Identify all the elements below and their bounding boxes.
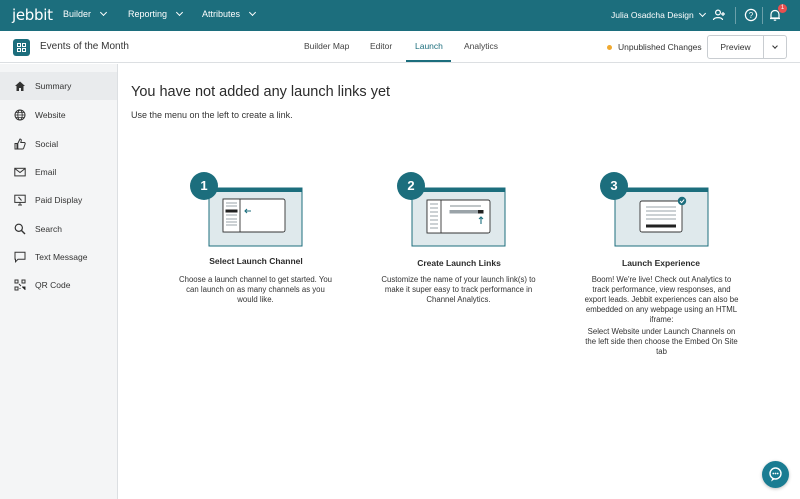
- account-name: Julia Osadcha Design: [611, 10, 694, 20]
- active-tab-indicator: [406, 60, 451, 62]
- divider: [762, 7, 763, 24]
- publish-status: Unpublished Changes: [607, 42, 702, 52]
- chat-support-icon: [769, 467, 782, 482]
- sidebar-item-search[interactable]: Search: [0, 215, 117, 243]
- chat-bubble-icon: [14, 251, 26, 263]
- monitor-icon: [14, 194, 26, 206]
- sidebar-item-label: QR Code: [35, 280, 71, 290]
- experience-title: Events of the Month: [40, 41, 129, 52]
- sidebar-item-label: Website: [35, 110, 66, 120]
- top-navigation-bar: jebbit Builder Reporting Attributes Juli…: [0, 0, 800, 31]
- sidebar-item-paid-display[interactable]: Paid Display: [0, 186, 117, 214]
- attributes-menu[interactable]: Attributes: [202, 8, 257, 19]
- chevron-down-icon: [248, 8, 257, 17]
- builder-menu-label: Builder: [63, 9, 92, 19]
- status-dot: [607, 44, 612, 50]
- publish-status-label: Unpublished Changes: [618, 42, 702, 52]
- qr-code-icon: [14, 279, 26, 291]
- sidebar-item-label: Email: [35, 167, 57, 177]
- preview-dropdown-button[interactable]: [764, 36, 786, 58]
- step-title: Create Launch Links: [417, 258, 501, 268]
- launch-channel-sidebar: Summary Website Social Email Paid Displa…: [0, 64, 118, 499]
- page-title: You have not added any launch links yet: [131, 84, 391, 100]
- attributes-menu-label: Attributes: [202, 9, 241, 19]
- tab-analytics[interactable]: Analytics: [464, 41, 498, 51]
- tab-editor[interactable]: Editor: [370, 41, 392, 51]
- sidebar-item-qr-code[interactable]: QR Code: [0, 271, 117, 299]
- chevron-down-icon: [99, 8, 108, 17]
- sidebar-item-label: Text Message: [35, 252, 88, 262]
- step-embed-instructions: Select Website under Launch Channels on …: [585, 327, 738, 356]
- builder-menu[interactable]: Builder: [63, 8, 108, 19]
- tab-launch[interactable]: Launch: [415, 41, 443, 51]
- jebbit-logo[interactable]: jebbit: [12, 6, 53, 24]
- svg-text:?: ?: [749, 11, 754, 20]
- thumbs-up-icon: [14, 138, 26, 150]
- help-icon[interactable]: ?: [744, 8, 758, 22]
- step-title: Launch Experience: [622, 258, 700, 268]
- support-chat-button[interactable]: [762, 461, 789, 488]
- step-description: Choose a launch channel to get started. …: [178, 275, 333, 304]
- step-number-badge: 1: [190, 172, 218, 200]
- sidebar-item-summary[interactable]: Summary: [0, 72, 117, 100]
- sidebar-item-email[interactable]: Email: [0, 158, 117, 186]
- chevron-down-icon: [698, 9, 706, 18]
- home-icon: [15, 81, 25, 91]
- sidebar-item-social[interactable]: Social: [0, 130, 117, 158]
- divider: [735, 7, 736, 24]
- step-description: Customize the name of your launch link(s…: [381, 275, 536, 304]
- reporting-menu[interactable]: Reporting: [128, 8, 184, 19]
- globe-icon: [14, 109, 26, 121]
- preview-button[interactable]: Preview: [708, 36, 764, 58]
- page-subtitle: Use the menu on the left to create a lin…: [131, 110, 293, 120]
- sidebar-item-label: Social: [35, 139, 59, 149]
- reporting-menu-label: Reporting: [128, 9, 168, 19]
- sidebar-item-label: Summary: [35, 81, 72, 91]
- step-number-badge: 3: [600, 172, 628, 200]
- sidebar-item-website[interactable]: Website: [0, 101, 117, 129]
- sidebar-item-label: Paid Display: [35, 195, 83, 205]
- step-description: Boom! We're live! Check out Analytics to…: [584, 275, 739, 324]
- notification-badge: 1: [778, 4, 787, 13]
- experience-header: Events of the Month Builder Map Editor L…: [0, 31, 800, 63]
- experience-icon: [13, 39, 30, 56]
- sidebar-item-label: Search: [35, 224, 62, 234]
- sidebar-item-text-message[interactable]: Text Message: [0, 243, 117, 271]
- add-user-icon[interactable]: [712, 8, 726, 22]
- step-title: Select Launch Channel: [209, 256, 303, 266]
- preview-button-group: Preview: [707, 35, 787, 59]
- account-menu[interactable]: Julia Osadcha Design: [611, 9, 706, 20]
- step-number-badge: 2: [397, 172, 425, 200]
- search-icon: [14, 223, 26, 235]
- envelope-icon: [14, 167, 26, 177]
- chevron-down-icon: [175, 8, 184, 17]
- tab-builder-map[interactable]: Builder Map: [304, 41, 349, 51]
- chevron-down-icon: [772, 43, 778, 49]
